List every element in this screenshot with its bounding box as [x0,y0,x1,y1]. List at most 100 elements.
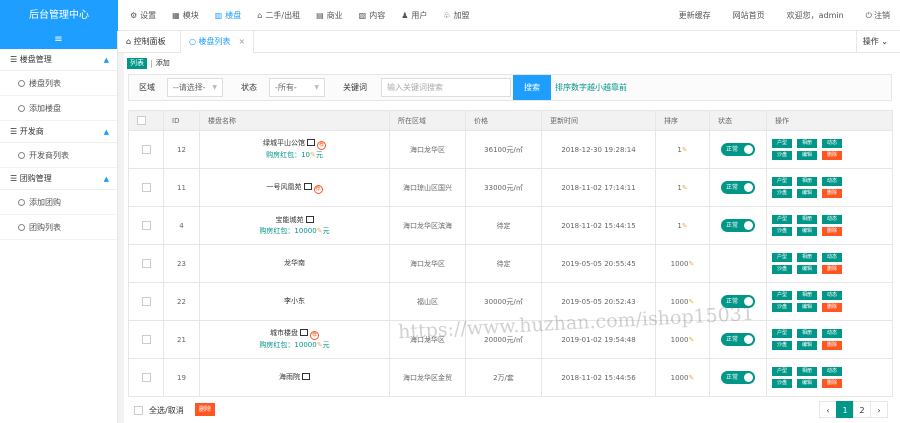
building-name[interactable]: 绿城平山公馆 荐 [200,138,389,150]
delete-button[interactable]: 删除 [822,151,842,160]
delete-button[interactable]: 删除 [822,303,842,312]
nav-item-3[interactable]: ⌂ 二手/出租 [257,0,300,31]
edit-pencil-icon[interactable]: ✎ [688,298,694,306]
building-name-text[interactable]: 海雨院 [279,373,300,381]
row-sort-cell[interactable]: 1000✎ [655,244,710,283]
nav-item-4[interactable]: ▤ 商业 [316,0,343,31]
building-name[interactable]: 龙华南 [200,258,389,269]
delete-button[interactable]: 删除 [822,265,842,274]
delete-button[interactable]: 删除 [822,379,842,388]
subtab-add[interactable]: 添加 [156,58,170,68]
building-name-text[interactable]: 城市楼盘 [270,329,298,337]
edit-button[interactable]: 编辑 [797,303,817,312]
album-button[interactable]: 相册 [797,291,817,300]
row-select-cell[interactable] [128,244,164,283]
header-select-all[interactable] [128,110,164,131]
news-button[interactable]: 动态 [822,253,842,262]
floorplan-button[interactable]: 户型 [772,367,792,376]
sidebar-group[interactable]: ☰ 开发商 ▲ [0,121,117,143]
row-select-cell[interactable] [128,130,164,169]
next-page-button[interactable]: › [870,401,888,418]
subtab-list[interactable]: 列表 [127,57,147,69]
update-cache-link[interactable]: 更新缓存 [679,0,711,31]
sidebar-item[interactable]: 添加楼盘 [0,96,117,121]
sandtable-button[interactable]: 沙盘 [772,189,792,198]
building-name-text[interactable]: 宝能城苑 [276,216,304,224]
row-sort-cell[interactable]: 1000✎ [655,358,710,397]
album-button[interactable]: 相册 [797,139,817,148]
sandtable-button[interactable]: 沙盘 [772,265,792,274]
nav-item-6[interactable]: ♟ 用户 [401,0,427,31]
page-2-button[interactable]: 2 [853,401,871,418]
status-toggle[interactable]: 正常 [721,143,755,156]
sandtable-button[interactable]: 沙盘 [772,341,792,350]
building-name[interactable]: 李小东 [200,296,389,307]
building-name[interactable]: 一号风凰苑 荐 [200,182,389,194]
status-select[interactable]: -所有- ▼ [269,78,325,97]
sidebar-item[interactable]: 开发商列表 [0,143,117,168]
edit-button[interactable]: 编辑 [797,189,817,198]
floorplan-button[interactable]: 户型 [772,139,792,148]
floorplan-button[interactable]: 户型 [772,177,792,186]
status-toggle[interactable]: 正常 [721,219,755,232]
news-button[interactable]: 动态 [822,215,842,224]
nav-item-0[interactable]: ⚙ 设置 [130,0,156,31]
sidebar-group[interactable]: ☰ 楼盘管理 ▲ [0,49,117,71]
sandtable-button[interactable]: 沙盘 [772,227,792,236]
nav-item-1[interactable]: ▦ 模块 [172,0,199,31]
edit-button[interactable]: 编辑 [797,227,817,236]
edit-button[interactable]: 编辑 [797,151,817,160]
news-button[interactable]: 动态 [822,329,842,338]
building-name-text[interactable]: 一号风凰苑 [267,183,302,191]
status-toggle[interactable]: 正常 [721,181,755,194]
edit-pencil-icon[interactable]: ✎ [682,146,688,154]
status-toggle[interactable]: 正常 [721,295,755,308]
row-sort-cell[interactable]: 1000✎ [655,282,710,321]
edit-pencil-icon[interactable]: ✎ [688,374,694,382]
news-button[interactable]: 动态 [822,291,842,300]
checkbox[interactable] [141,221,151,230]
album-button[interactable]: 相册 [797,215,817,224]
page-1-button[interactable]: 1 [836,401,854,418]
edit-pencil-icon[interactable]: ✎ [682,222,688,230]
building-name-text[interactable]: 绿城平山公馆 [263,139,305,147]
checkbox[interactable] [141,373,151,382]
row-select-cell[interactable] [128,320,164,359]
album-button[interactable]: 相册 [797,329,817,338]
checkbox[interactable] [141,335,151,344]
building-name[interactable]: 海雨院 [200,372,389,383]
row-select-cell[interactable] [128,358,164,397]
row-sort-cell[interactable]: 1000✎ [655,320,710,359]
edit-button[interactable]: 编辑 [797,341,817,350]
status-toggle[interactable]: 正常 [721,333,755,346]
sidebar-item[interactable]: 楼盘列表 [0,71,117,96]
checkbox[interactable] [141,183,151,192]
select-all-wrap[interactable]: 全选/取消 [134,405,184,416]
sidebar-item[interactable]: 添加团购 [0,190,117,215]
nav-item-5[interactable]: ▧ 内容 [359,0,386,31]
area-select[interactable]: --请选择- ▼ [167,78,223,97]
delete-button[interactable]: 删除 [822,341,842,350]
edit-pencil-icon[interactable]: ✎ [688,260,694,268]
edit-button[interactable]: 编辑 [797,265,817,274]
sandtable-button[interactable]: 沙盘 [772,151,792,160]
search-button[interactable]: 搜索 [513,75,551,100]
news-button[interactable]: 动态 [822,367,842,376]
checkbox[interactable] [141,145,151,154]
row-select-cell[interactable] [128,206,164,245]
row-sort-cell[interactable]: 1✎ [655,130,710,169]
keyword-input[interactable]: 输入关键词搜索 [381,78,511,97]
row-sort-cell[interactable]: 1✎ [655,168,710,207]
album-button[interactable]: 相册 [797,177,817,186]
building-name-text[interactable]: 李小东 [284,297,305,305]
row-select-cell[interactable] [128,168,164,207]
news-button[interactable]: 动态 [822,177,842,186]
delete-button[interactable]: 删除 [822,227,842,236]
building-name-text[interactable]: 龙华南 [284,259,305,267]
edit-button[interactable]: 编辑 [797,379,817,388]
floorplan-button[interactable]: 户型 [772,329,792,338]
sidebar-group[interactable]: ☰ 团购管理 ▲ [0,168,117,190]
row-select-cell[interactable] [128,282,164,321]
nav-item-7[interactable]: ♧ 加盟 [443,0,469,31]
row-sort-cell[interactable]: 1✎ [655,206,710,245]
